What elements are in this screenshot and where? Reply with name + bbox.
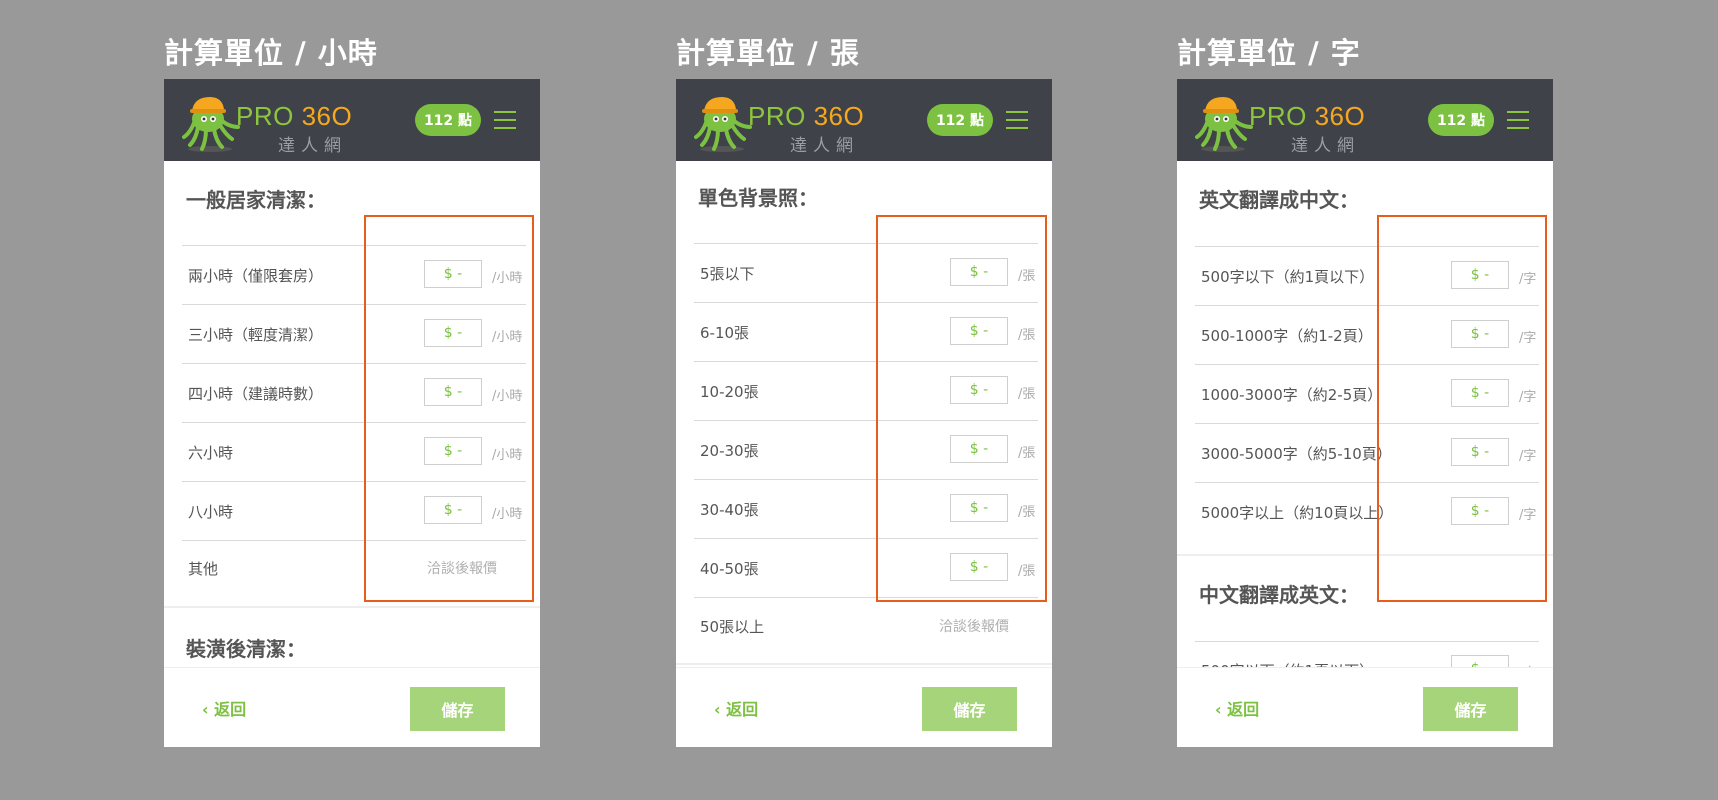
- hamburger-menu-icon[interactable]: [1507, 111, 1529, 129]
- octopus-logo-icon: [1195, 97, 1253, 152]
- back-button[interactable]: ‹ 返回: [1215, 696, 1259, 720]
- back-label: 返回: [214, 700, 247, 719]
- row-label: 50張以上: [700, 618, 765, 636]
- row-label: 500-1000字（約1-2頁）: [1201, 327, 1373, 345]
- brand-name: PRO 36O: [1249, 101, 1365, 132]
- octopus-logo-icon: [694, 97, 752, 152]
- hamburger-menu-icon[interactable]: [494, 111, 516, 129]
- row-label: 5張以下: [700, 265, 755, 283]
- hamburger-menu-icon[interactable]: [1006, 111, 1028, 129]
- top-bar: PRO 36O 達人網 112 點: [164, 79, 540, 161]
- divider: [1195, 641, 1539, 642]
- highlight-box: [876, 215, 1047, 602]
- panel-title: 計算單位 / 字: [1177, 36, 1361, 70]
- row-label: 30-40張: [700, 501, 759, 519]
- save-button[interactable]: 儲存: [410, 687, 505, 731]
- brand-subtitle: 達人網: [1291, 136, 1360, 156]
- highlight-box: [1377, 215, 1547, 602]
- section-divider: [164, 606, 540, 608]
- highlight-box: [364, 215, 534, 602]
- octopus-logo-icon: [182, 97, 240, 152]
- phone-screen: PRO 36O 達人網 112 點 單色背景照： 5張以下 $ - /張 6-1…: [676, 79, 1052, 747]
- section-title: 一般居家清潔：: [186, 188, 326, 212]
- panel-hourly: 計算單位 / 小時 PRO 36O 達人網 112 點 一般居家清潔： 兩小時（…: [164, 0, 540, 800]
- chevron-left-icon: ‹: [714, 700, 727, 719]
- back-label: 返回: [1227, 700, 1260, 719]
- brand-num: 36O: [813, 101, 865, 131]
- section-title: 裝潢後清潔：: [186, 637, 306, 661]
- row-label: 20-30張: [700, 442, 759, 460]
- row-label: 500字以下（約1頁以下）: [1201, 268, 1375, 286]
- row-label: 其他: [188, 560, 219, 578]
- brand-num: 36O: [301, 101, 353, 131]
- bottom-bar: ‹ 返回 儲存: [676, 667, 1052, 747]
- brand-pro: PRO: [236, 101, 302, 131]
- row-label: 三小時（輕度清潔）: [188, 326, 324, 344]
- brand-name: PRO 36O: [748, 101, 864, 132]
- row-label: 六小時: [188, 444, 234, 462]
- back-button[interactable]: ‹ 返回: [714, 696, 758, 720]
- row-label: 6-10張: [700, 324, 750, 342]
- back-label: 返回: [726, 700, 759, 719]
- save-button[interactable]: 儲存: [1423, 687, 1518, 731]
- chevron-left-icon: ‹: [1215, 700, 1228, 719]
- chevron-left-icon: ‹: [202, 700, 215, 719]
- brand-subtitle: 達人網: [278, 136, 347, 156]
- phone-screen: PRO 36O 達人網 112 點 一般居家清潔： 兩小時（僅限套房） $ - …: [164, 79, 540, 747]
- brand-pro: PRO: [748, 101, 814, 131]
- back-button[interactable]: ‹ 返回: [202, 696, 246, 720]
- brand-pro: PRO: [1249, 101, 1315, 131]
- negotiate-text: 洽談後報價: [939, 619, 1009, 635]
- row-label: 40-50張: [700, 560, 759, 578]
- points-badge[interactable]: 112 點: [927, 104, 993, 136]
- panel-title: 計算單位 / 小時: [164, 36, 378, 70]
- panel-title: 計算單位 / 張: [676, 36, 860, 70]
- row-label: 1000-3000字（約2-5頁）: [1201, 386, 1383, 404]
- points-badge[interactable]: 112 點: [415, 104, 481, 136]
- row-label: 5000字以上（約10頁以上）: [1201, 504, 1394, 522]
- row-label: 3000-5000字（約5-10頁）: [1201, 445, 1392, 463]
- row-label: 八小時: [188, 503, 234, 521]
- bottom-bar: ‹ 返回 儲存: [1177, 667, 1553, 747]
- brand-subtitle: 達人網: [790, 136, 859, 156]
- bottom-bar: ‹ 返回 儲存: [164, 667, 540, 747]
- phone-screen: PRO 36O 達人網 112 點 英文翻譯成中文： 500字以下（約1頁以下）…: [1177, 79, 1553, 747]
- panel-per-photo: 計算單位 / 張 PRO 36O 達人網 112 點 單色背景照： 5張以下 $…: [676, 0, 1052, 800]
- section-divider: [676, 663, 1052, 665]
- top-bar: PRO 36O 達人網 112 點: [676, 79, 1052, 161]
- row-label: 10-20張: [700, 383, 759, 401]
- section-title: 英文翻譯成中文：: [1199, 188, 1359, 212]
- section-title: 中文翻譯成英文：: [1199, 583, 1359, 607]
- brand-name: PRO 36O: [236, 101, 352, 132]
- brand-num: 36O: [1314, 101, 1366, 131]
- top-bar: PRO 36O 達人網 112 點: [1177, 79, 1553, 161]
- section-title: 單色背景照：: [698, 186, 818, 210]
- save-button[interactable]: 儲存: [922, 687, 1017, 731]
- row-label: 兩小時（僅限套房）: [188, 267, 324, 285]
- panel-per-word: 計算單位 / 字 PRO 36O 達人網 112 點 英文翻譯成中文： 500字…: [1177, 0, 1553, 800]
- row-label: 四小時（建議時數）: [188, 385, 324, 403]
- points-badge[interactable]: 112 點: [1428, 104, 1494, 136]
